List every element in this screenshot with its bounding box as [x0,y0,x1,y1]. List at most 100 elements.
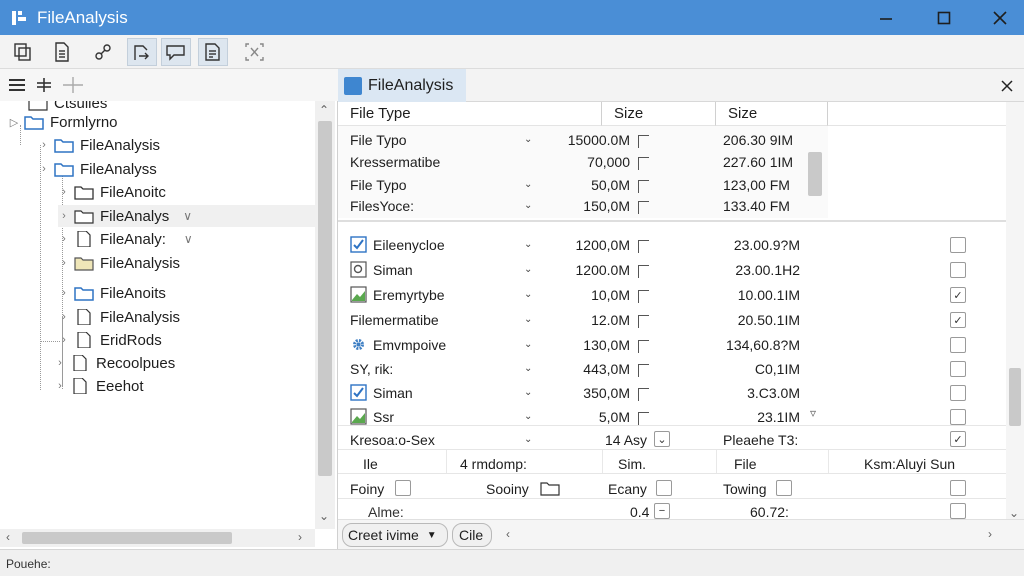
table-row[interactable]: FilesYoce: ⌄ 150,0M 133.40 FM [338,195,828,217]
chevron-right-icon[interactable]: › [58,334,70,346]
table-row[interactable]: Eileenycloe ⌄ 1200,0M 23.00.9?M [338,233,1006,257]
chevron-down-icon[interactable]: ⌄ [524,411,532,422]
scroll-left-icon[interactable]: ‹ [6,530,10,544]
chevron-down-icon[interactable]: ∨ [184,232,193,246]
chevron-down-icon[interactable]: ⌄ [524,387,532,398]
add-button[interactable] [62,74,84,96]
table-row[interactable]: Kressermatibe 70,000 227.60 1IM [338,151,828,173]
chevron-down-icon[interactable]: ⌄ [524,363,532,374]
tree-item[interactable]: ▷ Formlyrno [8,111,118,133]
scroll-right-icon[interactable]: › [298,530,302,544]
chevron-down-icon[interactable]: ⌄ [524,434,532,445]
scroll-up-icon[interactable]: ⌃ [319,103,329,117]
bottom-tab-file[interactable]: Cile [452,523,492,547]
chevron-right-icon[interactable]: › [58,233,70,245]
tree-item[interactable]: › FileAnalysis [38,134,160,156]
tree-item[interactable]: › FileAnalysis [58,252,180,274]
scroll-thumb[interactable] [318,121,332,476]
column-header-size-2[interactable]: Size [716,102,828,126]
footer-checkbox[interactable]: ✓ [950,431,966,447]
copy-button[interactable] [8,38,38,66]
tree-item[interactable]: › FileAnalys ∨ [58,205,315,227]
table-row[interactable]: Siman ⌄ 1200.0M 23.00.1H2 [338,258,1006,282]
chevron-down-icon[interactable]: ⌄ [524,239,532,250]
tree-item[interactable]: › FileAnaly: ∨ [58,228,193,250]
option-checkbox[interactable] [395,480,411,496]
tree-item[interactable]: › Recoolpues [54,352,175,374]
chevron-right-icon[interactable]: › [54,380,66,392]
column-header-size[interactable]: Size [602,102,716,126]
table-row[interactable]: Eremyrtybe ⌄ 10,0M 10.00.1IM ✓ [338,283,1006,307]
row-checkbox[interactable] [950,237,966,253]
chevron-right-icon[interactable]: › [38,163,50,175]
table-row[interactable]: File Typo ⌄ 15000.0M 206.30 9IM [338,129,828,151]
chevron-right-icon[interactable]: › [58,210,70,222]
table-row[interactable]: Filemermatibe ⌄ 12.0M 20.50.1IM ✓ [338,308,1006,332]
option-checkbox[interactable] [950,503,966,519]
link-button[interactable] [88,38,118,66]
chevron-right-icon[interactable]: › [58,287,70,299]
chevron-down-icon[interactable]: ⌄ [524,134,532,145]
table-row[interactable]: Siman ⌄ 350,0M 3.C3.0M [338,381,1006,405]
report-button[interactable] [198,38,228,66]
column-header-file-type[interactable]: File Type [338,102,602,126]
tree-item[interactable]: › FileAnoitc [58,181,166,203]
tree-horizontal-scrollbar[interactable]: ‹ › [0,529,315,547]
tree-item[interactable]: › FileAnalyss [38,158,157,180]
option-checkbox[interactable] [950,480,966,496]
row-checkbox[interactable]: ✓ [950,312,966,328]
tree-item[interactable]: › FileAnoits [58,282,166,304]
scroll-down-icon[interactable]: ⌄ [1009,506,1019,520]
chevron-right-icon[interactable]: › [58,257,70,269]
collapse-button[interactable] [33,74,55,96]
stepper-box[interactable]: − [654,503,670,519]
close-button[interactable] [972,0,1024,35]
chevron-down-icon[interactable]: ⌄ [524,314,532,325]
maximize-button[interactable] [916,0,972,35]
chevron-down-icon[interactable]: ⌄ [524,200,532,211]
table-row[interactable]: File Typo ⌄ 50,0M 123,00 FM [338,174,828,196]
scroll-right-icon[interactable]: › [988,527,992,541]
tab-close-button[interactable] [996,75,1018,97]
chevron-right-icon[interactable]: ▷ [8,116,20,129]
scroll-thumb[interactable] [22,532,232,544]
tree-item[interactable]: › FileAnalysis [58,306,180,328]
chevron-down-icon[interactable]: ∨ [183,209,192,223]
selection-button[interactable] [240,38,270,66]
chevron-right-icon[interactable]: › [58,311,70,323]
row-checkbox[interactable] [950,409,966,425]
grid-vertical-scrollbar[interactable]: ⌄ [1006,102,1024,522]
document-button[interactable] [47,38,77,66]
table-row[interactable]: Emvmpoive ⌄ 130,0M 134,60.8?M [338,333,1006,357]
row-checkbox[interactable] [950,262,966,278]
option-checkbox[interactable] [776,480,792,496]
scroll-down-icon[interactable]: ▿ [810,406,816,420]
option-checkbox[interactable] [656,480,672,496]
scroll-left-icon[interactable]: ‹ [506,527,510,541]
menu-button[interactable] [6,74,28,96]
bottom-tab-create[interactable]: Creet ivime ▼ [342,523,448,547]
tree-item[interactable]: › EridRods [58,329,162,351]
row-checkbox[interactable] [950,361,966,377]
chevron-right-icon[interactable]: › [54,357,66,369]
tree-vertical-scrollbar[interactable]: ⌃ ⌄ [315,101,335,529]
row-checkbox[interactable]: ✓ [950,287,966,303]
table-row[interactable]: SY, rik: ⌄ 443,0M C0,1IM [338,357,1006,381]
export-button[interactable] [127,38,157,66]
chevron-down-icon[interactable]: ⌄ [524,289,532,300]
chevron-right-icon[interactable]: › [38,139,50,151]
folder-icon[interactable] [540,480,560,496]
row-checkbox[interactable] [950,385,966,401]
scroll-thumb[interactable] [1009,368,1021,426]
tree-item[interactable]: › Eeehot [54,375,143,397]
inner-scroll-thumb[interactable] [808,152,822,196]
chevron-down-icon[interactable]: ⌄ [524,339,532,350]
minimize-button[interactable] [858,0,914,35]
row-checkbox[interactable] [950,337,966,353]
dropdown-box[interactable]: ⌄ [654,431,670,447]
scroll-down-icon[interactable]: ⌄ [319,509,329,523]
chevron-down-icon[interactable]: ⌄ [524,264,532,275]
chevron-right-icon[interactable]: › [58,186,70,198]
comment-button[interactable] [161,38,191,66]
tab-fileanalysis[interactable]: FileAnalysis [338,69,466,102]
